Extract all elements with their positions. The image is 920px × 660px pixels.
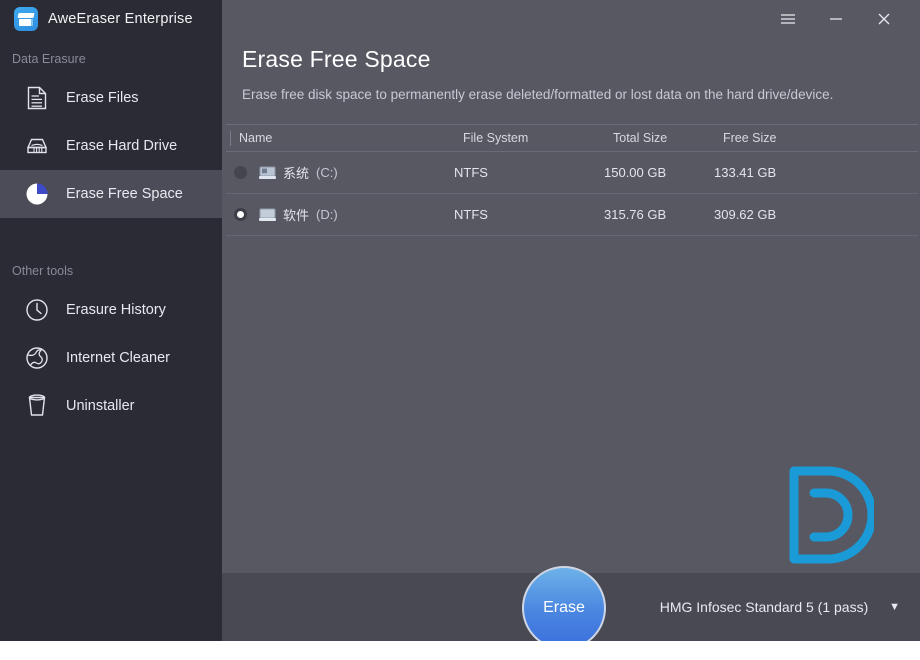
sidebar-item-label: Erase Free Space [66,186,183,202]
nav-group-data-erasure: Data Erasure Erase Files Erase Hard Driv… [0,42,222,218]
globe-icon [24,345,50,371]
chevron-down-icon[interactable]: ▼ [889,601,900,613]
sidebar-item-label: Erase Hard Drive [66,138,178,154]
drive-icon [259,208,276,222]
drive-icon [259,166,276,180]
cell-free-size: 133.41 GB [714,165,777,180]
hard-drive-icon [24,133,50,159]
sidebar-item-label: Uninstaller [66,398,135,414]
drive-radio-d[interactable] [234,208,247,221]
table-row[interactable]: 系统 (C:) NTFS 150.00 GB 133.41 GB [226,152,918,194]
sidebar-item-label: Internet Cleaner [66,350,170,366]
column-header-name[interactable]: Name [239,131,463,145]
bottom-bar: Erase HMG Infosec Standard 5 (1 pass) ▼ [222,566,920,641]
drive-name-cell: 软件 (D:) [259,205,454,224]
sidebar-item-erasure-history[interactable]: Erasure History [0,286,222,334]
watermark-logo-icon [789,466,874,564]
column-header-total-size[interactable]: Total Size [613,131,723,145]
drive-radio-c[interactable] [234,166,247,179]
sidebar-item-erase-hard-drive[interactable]: Erase Hard Drive [0,122,222,170]
sidebar-group-label-data-erasure: Data Erasure [12,52,86,66]
sidebar-group-label-other-tools: Other tools [12,264,74,278]
drive-name-cell: 系统 (C:) [259,163,454,182]
pie-chart-icon [24,181,50,207]
document-icon [24,85,50,111]
sidebar: AweEraser Enterprise Data Erasure Erase … [0,0,222,641]
sidebar-item-label: Erase Files [66,90,139,106]
sidebar-item-erase-files[interactable]: Erase Files [0,74,222,122]
minimize-icon[interactable] [814,4,858,34]
header-separator [230,130,231,146]
drive-letter: (D:) [316,207,338,222]
table-header-row: Name File System Total Size Free Size [226,124,918,152]
eraser-app-icon [14,7,38,31]
cell-file-system: NTFS [454,165,488,180]
clock-icon [24,297,50,323]
drive-letter: (C:) [316,165,338,180]
drive-table: Name File System Total Size Free Size 系统 [222,124,920,236]
close-icon[interactable] [862,4,906,34]
drive-name: 软件 [283,208,310,223]
hamburger-menu-icon[interactable] [766,4,810,34]
sidebar-item-internet-cleaner[interactable]: Internet Cleaner [0,334,222,382]
cell-file-system: NTFS [454,207,488,222]
cell-total-size: 315.76 GB [604,207,667,222]
erase-button[interactable]: Erase [522,566,606,641]
main-content: Erase Free Space Erase free disk space t… [222,0,920,641]
erase-method-value: HMG Infosec Standard 5 (1 pass) [659,599,869,615]
sidebar-item-label: Erasure History [66,302,166,318]
window-controls [222,0,920,38]
application-window: AweEraser Enterprise Data Erasure Erase … [0,0,920,641]
page-title: Erase Free Space [242,46,431,72]
sidebar-item-uninstaller[interactable]: Uninstaller [0,382,222,430]
titlebar-brand: AweEraser Enterprise [0,0,222,38]
drive-name: 系统 [283,166,310,181]
nav-group-other-tools: Other tools Erasure History Internet Cle… [0,254,222,430]
cell-free-size: 309.62 GB [714,207,777,222]
cell-total-size: 150.00 GB [604,165,667,180]
table-row[interactable]: 软件 (D:) NTFS 315.76 GB 309.62 GB [226,194,918,236]
erase-method-dropdown[interactable]: HMG Infosec Standard 5 (1 pass) ▼ [622,591,906,623]
trash-bin-icon [24,393,50,419]
sidebar-item-erase-free-space[interactable]: Erase Free Space [0,170,222,218]
column-header-free-size[interactable]: Free Size [723,131,863,145]
app-title: AweEraser Enterprise [48,11,193,27]
column-header-file-system[interactable]: File System [463,131,613,145]
page-subtitle: Erase free disk space to permanently era… [242,87,834,102]
